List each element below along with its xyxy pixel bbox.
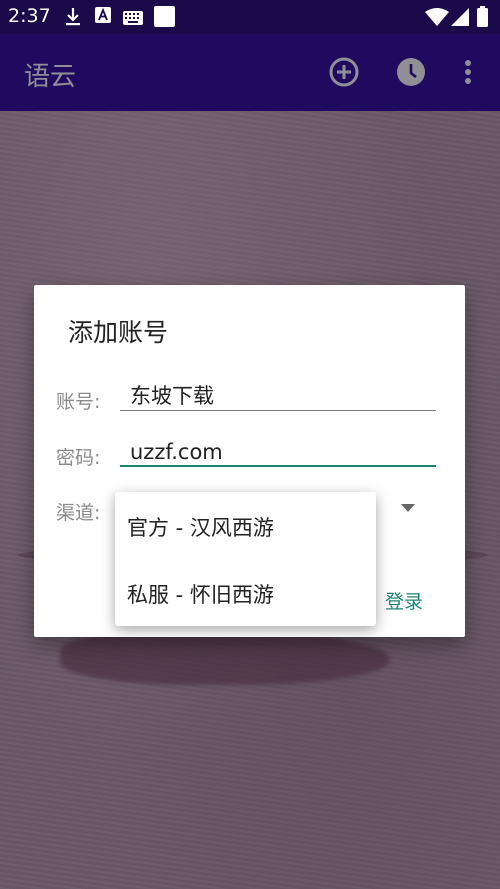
channel-option-official[interactable]: 官方 - 汉风西游 <box>127 512 274 542</box>
password-label: 密码: <box>56 447 101 469</box>
square-icon <box>154 6 175 31</box>
password-input[interactable]: uzzf.com <box>120 437 436 467</box>
clock-icon[interactable] <box>395 56 427 92</box>
channel-dropdown-menu: 官方 - 汉风西游 私服 - 怀旧西游 <box>115 492 376 626</box>
keyboard-icon <box>123 10 143 29</box>
account-input[interactable]: 东坡下载 <box>120 381 436 411</box>
download-icon <box>64 7 82 31</box>
account-label: 账号: <box>56 391 101 413</box>
login-button[interactable]: 登录 <box>385 587 423 614</box>
status-time: 2:37 <box>8 5 51 27</box>
channel-option-private[interactable]: 私服 - 怀旧西游 <box>127 579 274 609</box>
channel-dropdown-arrow-icon[interactable] <box>401 504 415 512</box>
more-vert-icon[interactable] <box>462 59 474 91</box>
add-circle-icon[interactable] <box>328 56 360 92</box>
battery-icon <box>477 6 488 31</box>
app-title: 语云 <box>24 62 77 92</box>
dialog-title: 添加账号 <box>68 318 169 347</box>
signal-icon <box>451 8 469 30</box>
status-bar: 2:37 <box>0 0 500 34</box>
wifi-icon <box>425 8 449 30</box>
app-bar: 语云 <box>0 34 500 111</box>
font-a-icon <box>95 7 111 27</box>
channel-label: 渠道: <box>56 502 101 524</box>
